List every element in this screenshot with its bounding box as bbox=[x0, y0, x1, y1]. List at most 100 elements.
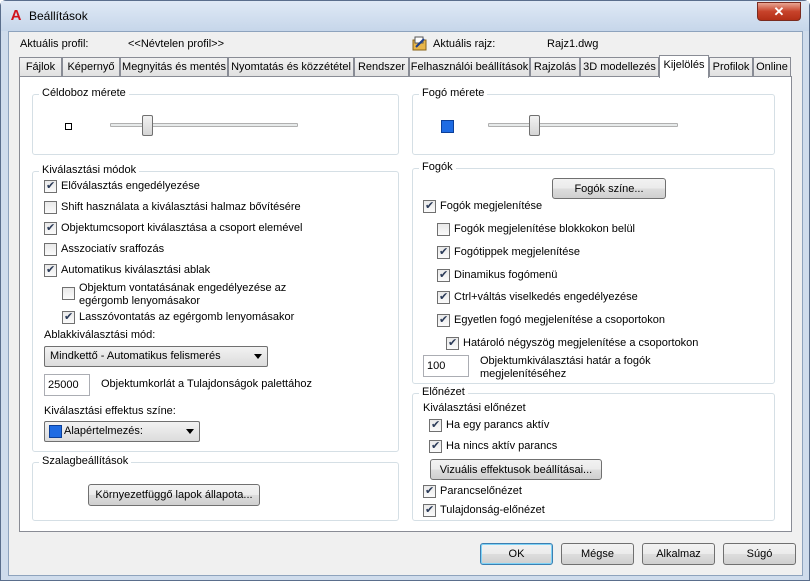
window-method-value: Mindkettő - Automatikus felismerés bbox=[50, 350, 221, 362]
pickbox-slider[interactable] bbox=[110, 123, 298, 127]
grip-tips-checkbox[interactable] bbox=[437, 245, 450, 259]
implied-windowing-label: Automatikus kiválasztási ablak bbox=[61, 264, 211, 276]
close-button[interactable]: ✕ bbox=[757, 2, 801, 21]
ctrl-cycling-checkbox[interactable] bbox=[437, 290, 450, 304]
grip-colors-button[interactable]: Fogók színe... bbox=[552, 178, 666, 199]
tab-drafting[interactable]: Rajzolás bbox=[530, 57, 580, 77]
title-bar[interactable]: A Beállítások ✕ bbox=[1, 1, 809, 31]
group-bounding-box-checkbox[interactable] bbox=[446, 336, 459, 350]
visual-effects-settings-button[interactable]: Vizuális effektusok beállításai... bbox=[430, 459, 602, 480]
pickbox-preview bbox=[65, 123, 72, 130]
tab-label: Online bbox=[756, 61, 788, 73]
selection-modes-title: Kiválasztási módok bbox=[39, 164, 140, 176]
tab-label: 3D modellezés bbox=[583, 61, 656, 73]
apply-button[interactable]: Alkalmaz bbox=[642, 543, 715, 565]
tab-user-preferences[interactable]: Felhasználói beállítások bbox=[409, 57, 530, 77]
preview-command-active-label: Ha egy parancs aktív bbox=[446, 419, 550, 431]
implied-windowing-checkbox[interactable] bbox=[44, 263, 57, 277]
press-drag-checkbox[interactable] bbox=[62, 287, 75, 300]
tab-label: Rajzolás bbox=[533, 61, 577, 73]
ctrl-cycling-label: Ctrl+váltás viselkedés engedélyezése bbox=[454, 291, 638, 303]
window-title: Beállítások bbox=[29, 9, 88, 23]
window-method-label: Ablakkiválasztási mód: bbox=[44, 329, 156, 341]
tab-label: Kijelölés bbox=[663, 59, 705, 71]
tab-label: Profilok bbox=[712, 61, 750, 73]
grip-object-limit-label-line1: Objektumkiválasztási határ a fogók bbox=[480, 355, 651, 367]
grips-title: Fogók bbox=[419, 161, 456, 173]
tab-open-save[interactable]: Megnyitás és mentés bbox=[120, 57, 228, 77]
preview-no-command-label: Ha nincs aktív parancs bbox=[446, 440, 558, 452]
lasso-label: Lasszóvontatás az egérgomb lenyomásakor bbox=[79, 311, 295, 323]
grips-in-blocks-checkbox[interactable] bbox=[437, 223, 450, 236]
grip-object-limit-value: 100 bbox=[427, 360, 446, 372]
contextual-tab-states-button[interactable]: Környezetfüggő lapok állapota... bbox=[88, 484, 260, 506]
effect-color-swatch bbox=[49, 425, 62, 438]
autocad-app-icon: A bbox=[10, 7, 22, 24]
current-profile-label: Aktuális profil: bbox=[20, 38, 89, 50]
drawing-icon bbox=[412, 36, 427, 51]
command-preview-label: Parancselőnézet bbox=[440, 485, 522, 497]
tab-display[interactable]: Képernyő bbox=[62, 57, 120, 77]
visual-effects-settings-label: Vizuális effektusok beállításai... bbox=[439, 464, 593, 476]
object-limit-input[interactable]: 25000 bbox=[44, 374, 90, 396]
effect-color-label: Kiválasztási effektus színe: bbox=[44, 405, 176, 417]
press-drag-label-line2: egérgomb lenyomásakor bbox=[79, 295, 201, 307]
close-icon: ✕ bbox=[773, 4, 785, 19]
tab-label: Fájlok bbox=[25, 61, 56, 73]
window-method-dropdown[interactable]: Mindkettő - Automatikus felismerés bbox=[44, 346, 268, 367]
shift-add-checkbox[interactable] bbox=[44, 201, 57, 214]
grip-size-preview bbox=[441, 120, 454, 133]
tab-plot-publish[interactable]: Nyomtatás és közzététel bbox=[228, 57, 354, 77]
grip-object-limit-label-line2: megjelenítéséhez bbox=[480, 368, 567, 380]
show-grips-label: Fogók megjelenítése bbox=[440, 200, 543, 212]
tab-files[interactable]: Fájlok bbox=[19, 57, 62, 77]
tab-profiles[interactable]: Profilok bbox=[709, 57, 753, 77]
pickbox-slider-thumb[interactable] bbox=[142, 115, 153, 136]
preview-no-command-checkbox[interactable] bbox=[429, 439, 442, 453]
press-drag-label-line1: Objektum vontatásának engedélyezése az bbox=[79, 282, 287, 294]
property-preview-checkbox[interactable] bbox=[423, 503, 436, 517]
tab-label: Megnyitás és mentés bbox=[122, 61, 226, 73]
grip-size-slider[interactable] bbox=[488, 123, 678, 127]
tab-online[interactable]: Online bbox=[753, 57, 791, 77]
dynamic-grip-menu-checkbox[interactable] bbox=[437, 268, 450, 282]
preview-command-active-checkbox[interactable] bbox=[429, 418, 442, 432]
group-bounding-box-label: Határoló négyszög megjelenítése a csopor… bbox=[463, 337, 699, 349]
noun-verb-label: Előválasztás engedélyezése bbox=[61, 180, 200, 192]
single-group-grip-label: Egyetlen fogó megjelenítése a csoportoko… bbox=[454, 314, 665, 326]
grip-colors-label: Fogók színe... bbox=[574, 183, 644, 195]
apply-label: Alkalmaz bbox=[656, 548, 701, 560]
tab-selection[interactable]: Kijelölés bbox=[659, 55, 709, 78]
chevron-down-icon bbox=[254, 354, 262, 359]
cancel-label: Mégse bbox=[580, 548, 615, 560]
single-group-grip-checkbox[interactable] bbox=[437, 313, 450, 327]
grip-size-slider-thumb[interactable] bbox=[529, 115, 540, 136]
associative-hatch-label: Asszociatív sraffozás bbox=[61, 243, 165, 255]
grip-tips-label: Fogótippek megjelenítése bbox=[454, 246, 580, 258]
object-limit-value: 25000 bbox=[48, 379, 79, 391]
tab-label: Rendszer bbox=[357, 61, 406, 73]
object-grouping-checkbox[interactable] bbox=[44, 221, 57, 235]
dynamic-grip-menu-label: Dinamikus fogómenü bbox=[454, 269, 558, 281]
tab-3d-modeling[interactable]: 3D modellezés bbox=[580, 57, 659, 77]
noun-verb-checkbox[interactable] bbox=[44, 179, 57, 193]
shift-add-label: Shift használata a kiválasztási halmaz b… bbox=[61, 201, 301, 213]
grip-object-limit-input[interactable]: 100 bbox=[423, 355, 469, 377]
ribbon-options-title: Szalagbeállítások bbox=[39, 455, 132, 467]
current-profile-value: <<Névtelen profil>> bbox=[128, 38, 225, 50]
tab-label: Képernyő bbox=[67, 61, 115, 73]
current-drawing-label: Aktuális rajz: bbox=[433, 38, 496, 50]
object-limit-label: Objektumkorlát a Tulajdonságok palettáho… bbox=[101, 378, 312, 390]
tab-system[interactable]: Rendszer bbox=[354, 57, 409, 77]
help-button[interactable]: Súgó bbox=[723, 543, 796, 565]
show-grips-checkbox[interactable] bbox=[423, 199, 436, 213]
ok-button[interactable]: OK bbox=[480, 543, 553, 565]
cancel-button[interactable]: Mégse bbox=[561, 543, 634, 565]
associative-hatch-checkbox[interactable] bbox=[44, 243, 57, 256]
contextual-tab-states-label: Környezetfüggő lapok állapota... bbox=[95, 489, 253, 501]
current-drawing-value: Rajz1.dwg bbox=[547, 38, 599, 50]
effect-color-value: Alapértelmezés: bbox=[64, 425, 143, 437]
lasso-checkbox[interactable] bbox=[62, 310, 75, 324]
effect-color-dropdown[interactable]: Alapértelmezés: bbox=[44, 421, 200, 442]
command-preview-checkbox[interactable] bbox=[423, 484, 436, 498]
